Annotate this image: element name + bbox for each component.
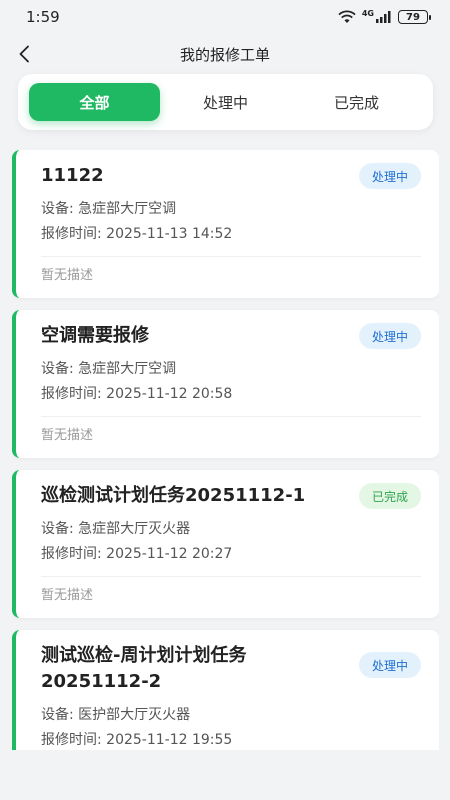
equipment-line: 设备: 急症部大厅空调 [41, 197, 421, 222]
tab-all[interactable]: 全部 [29, 83, 160, 121]
equipment-label: 设备: [41, 201, 79, 217]
equipment-value: 急症部大厅空调 [78, 201, 177, 217]
work-order-card[interactable]: 测试巡检-周计划计划任务20251112-2 处理中 设备: 医护部大厅灭火器 … [12, 630, 439, 750]
card-title: 测试巡检-周计划计划任务20251112-2 [41, 645, 247, 692]
report-time-value: 2025-11-12 20:27 [106, 546, 233, 562]
network-label: 4G [361, 8, 374, 18]
report-time-line: 报修时间: 2025-11-12 19:55 [41, 728, 421, 750]
equipment-label: 设备: [41, 707, 79, 723]
work-order-list[interactable]: 11122 处理中 设备: 急症部大厅空调 报修时间: 2025-11-13 1… [12, 150, 439, 750]
card-description: 暂无描述 [41, 588, 94, 603]
card-description: 暂无描述 [41, 268, 94, 283]
report-time-value: 2025-11-13 14:52 [106, 226, 233, 242]
equipment-value: 医护部大厅灭火器 [78, 707, 191, 723]
report-time-value: 2025-11-12 20:58 [106, 386, 233, 402]
report-time-line: 报修时间: 2025-11-13 14:52 [41, 222, 421, 247]
work-order-card[interactable]: 空调需要报修 处理中 设备: 急症部大厅空调 报修时间: 2025-11-12 … [12, 310, 439, 458]
card-title: 11122 [41, 165, 104, 186]
equipment-value: 急症部大厅空调 [78, 361, 177, 377]
signal-icon [376, 11, 391, 23]
equipment-value: 急症部大厅灭火器 [78, 521, 191, 537]
page-title: 我的报修工单 [179, 45, 270, 64]
wifi-icon [338, 10, 356, 23]
equipment-line: 设备: 急症部大厅空调 [41, 357, 421, 382]
status-badge: 处理中 [358, 652, 421, 678]
battery-level: 79 [406, 11, 420, 23]
tab-processing[interactable]: 处理中 [160, 83, 291, 121]
work-order-card[interactable]: 11122 处理中 设备: 急症部大厅空调 报修时间: 2025-11-13 1… [12, 150, 439, 298]
report-time-label: 报修时间: [41, 546, 107, 562]
tab-completed[interactable]: 已完成 [291, 83, 422, 121]
status-badge: 已完成 [358, 483, 421, 509]
page-header: 我的报修工单 [0, 34, 450, 74]
work-order-card[interactable]: 巡检测试计划任务20251112-1 已完成 设备: 急症部大厅灭火器 报修时间… [12, 470, 439, 618]
card-title: 空调需要报修 [41, 325, 149, 346]
equipment-line: 设备: 医护部大厅灭火器 [41, 703, 421, 728]
equipment-label: 设备: [41, 521, 79, 537]
back-button[interactable] [10, 40, 38, 68]
equipment-line: 设备: 急症部大厅灭火器 [41, 517, 421, 542]
report-time-line: 报修时间: 2025-11-12 20:27 [41, 542, 421, 567]
status-badge: 处理中 [358, 163, 421, 189]
status-time: 1:59 [26, 8, 60, 26]
report-time-label: 报修时间: [41, 226, 107, 242]
card-title: 巡检测试计划任务20251112-1 [41, 485, 306, 506]
report-time-label: 报修时间: [41, 732, 107, 748]
chevron-left-icon [19, 45, 29, 63]
battery-icon: 79 [398, 10, 431, 24]
status-tabs: 全部 处理中 已完成 [18, 74, 433, 130]
card-description: 暂无描述 [41, 428, 94, 443]
equipment-label: 设备: [41, 361, 79, 377]
report-time-line: 报修时间: 2025-11-12 20:58 [41, 382, 421, 407]
status-bar: 1:59 4G 79 [0, 0, 450, 34]
report-time-value: 2025-11-12 19:55 [106, 732, 233, 748]
report-time-label: 报修时间: [41, 386, 107, 402]
status-badge: 处理中 [358, 323, 421, 349]
status-icons: 4G 79 [338, 8, 431, 24]
